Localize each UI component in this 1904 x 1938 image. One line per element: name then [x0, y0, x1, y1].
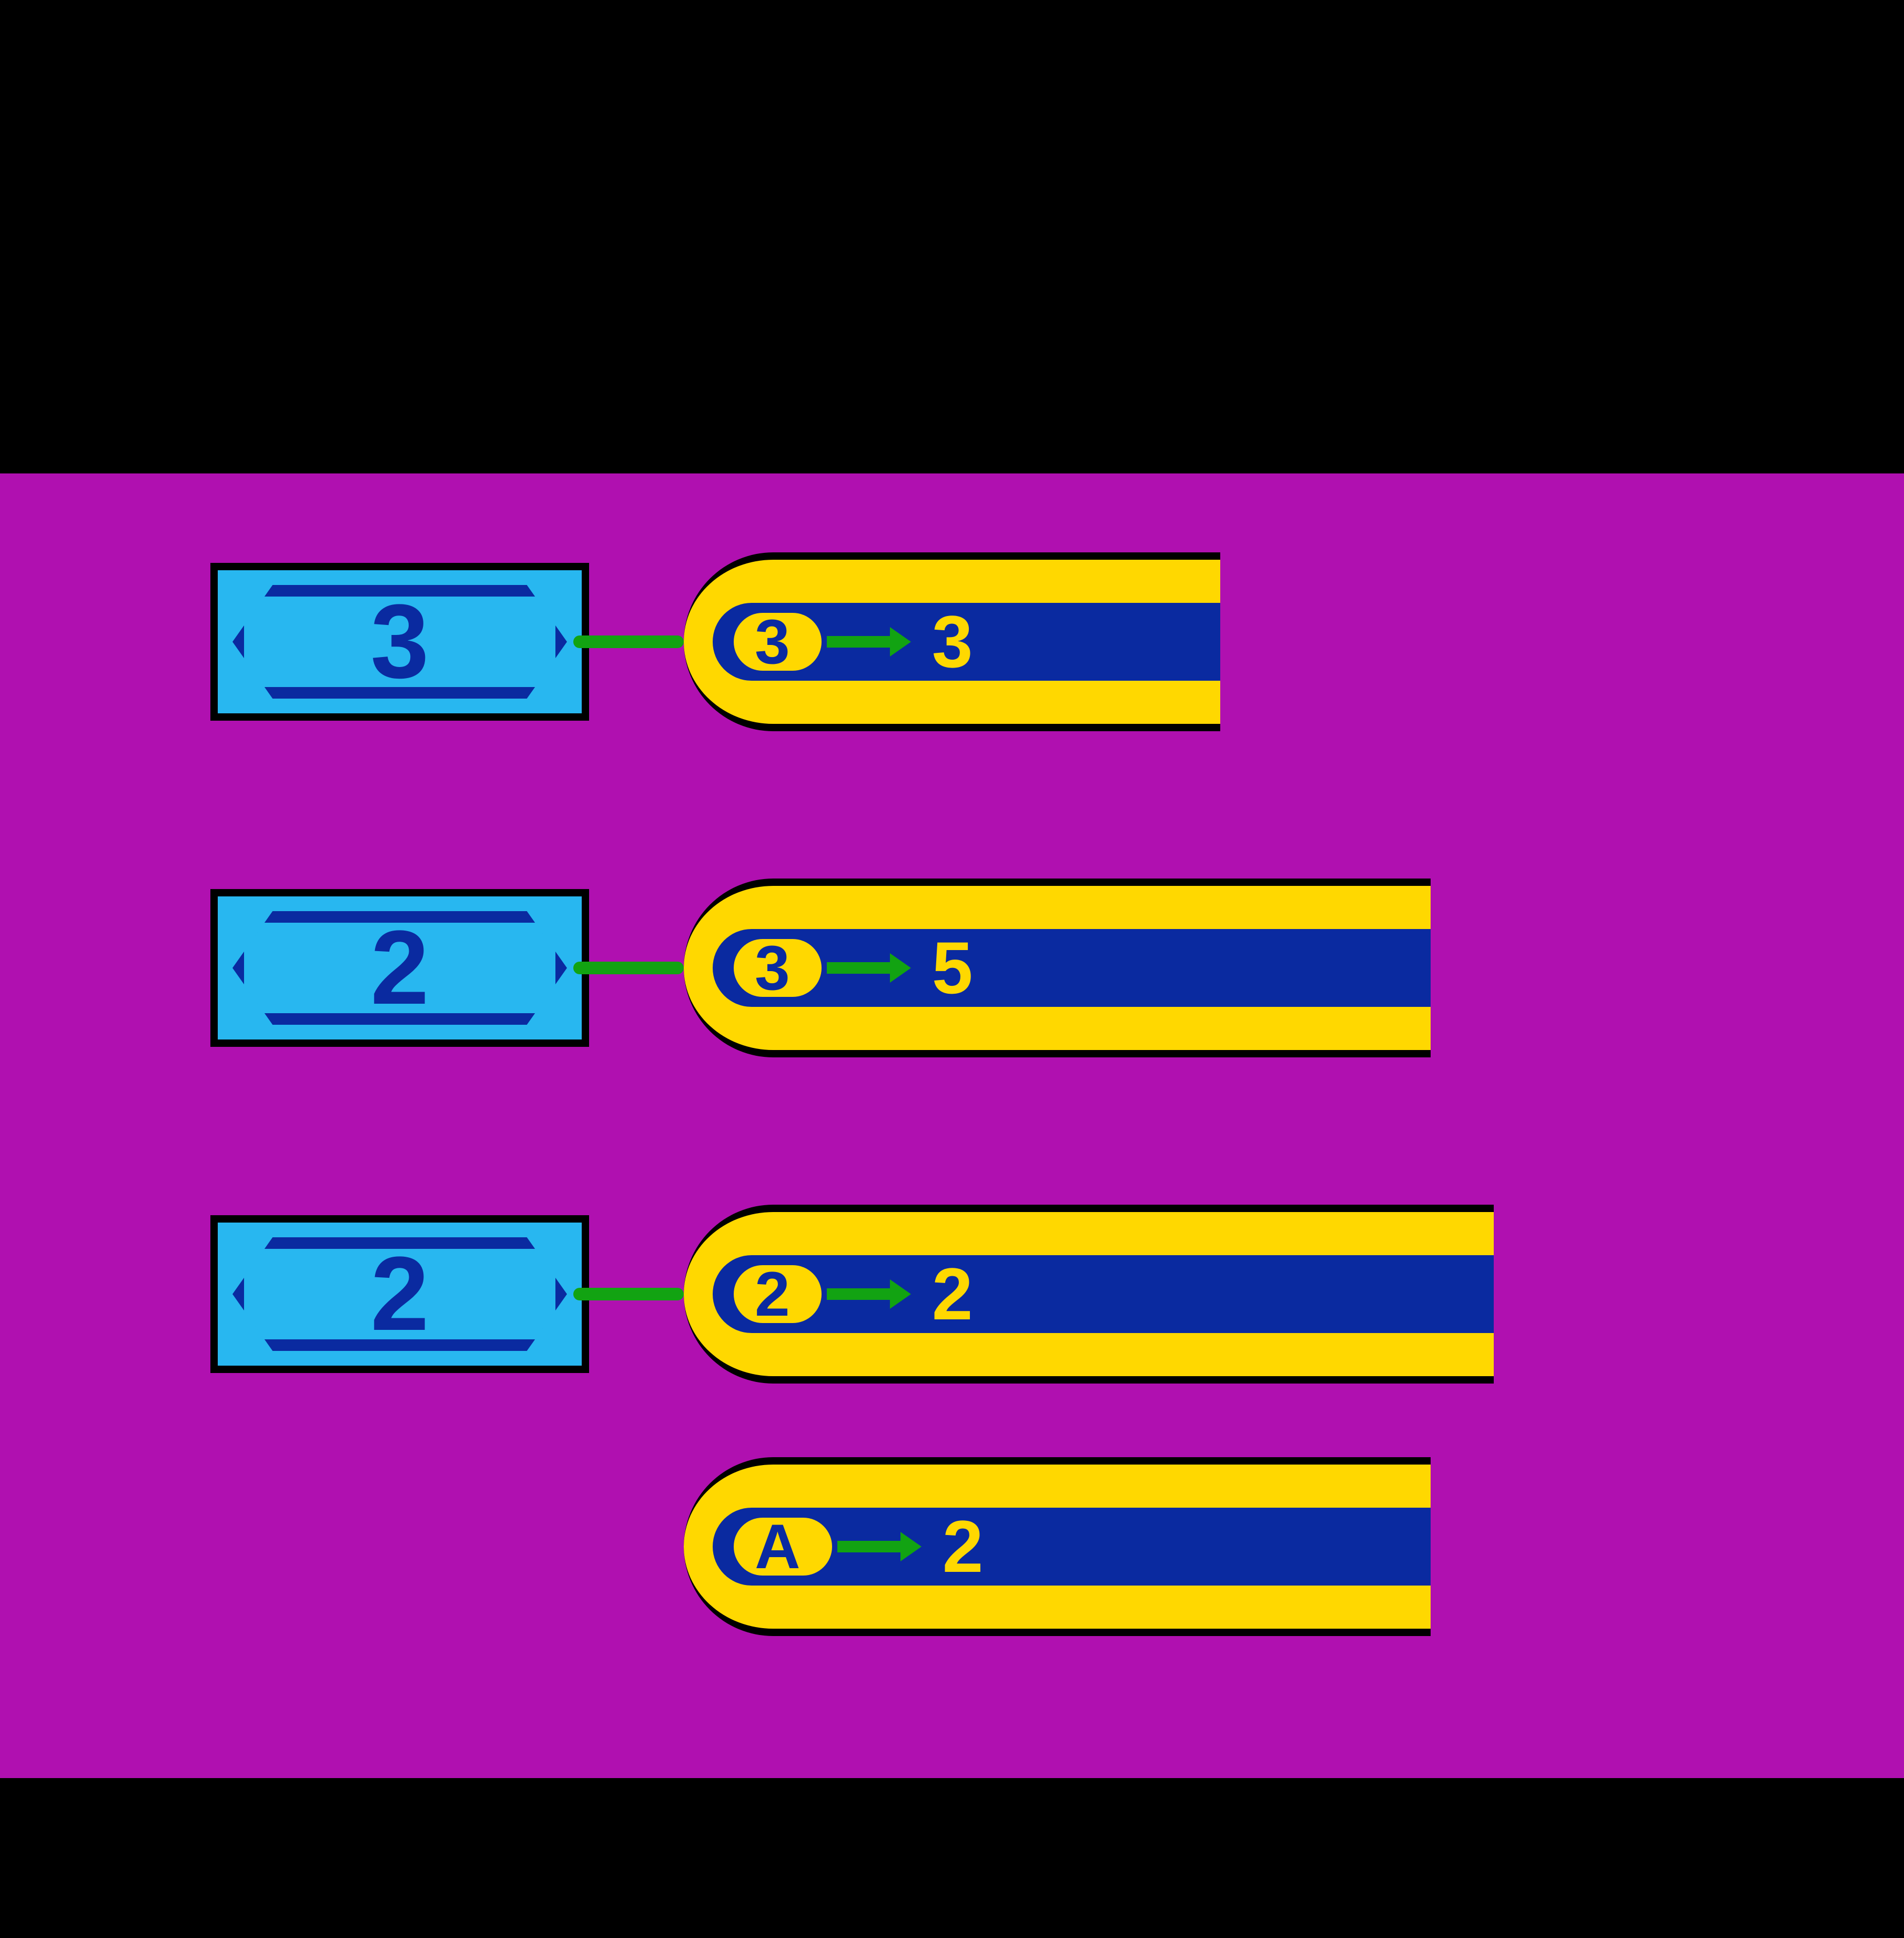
diagram-row: A2: [0, 1441, 1904, 1652]
yellow-inner-bar: 22: [713, 1255, 1494, 1333]
arrow-right-icon: [827, 627, 911, 657]
yellow-capsule: 35: [684, 879, 1431, 1057]
yellow-tag: 2: [734, 1265, 822, 1323]
blue-pentagon: 2: [210, 889, 589, 1047]
blue-pentagon: 3: [210, 563, 589, 721]
arrow-right-icon: [827, 953, 911, 983]
arrow-right-icon: [827, 1279, 911, 1309]
yellow-tag: 3: [734, 613, 822, 671]
yellow-tag: 3: [734, 939, 822, 997]
blue-pentagon: 2: [210, 1215, 589, 1373]
yellow-capsule: A2: [684, 1457, 1431, 1636]
yellow-inner-bar: 35: [713, 929, 1431, 1007]
blue-label: 2: [370, 1234, 429, 1355]
diagram-row: 333: [0, 537, 1904, 747]
yellow-text: 5: [932, 925, 973, 1011]
yellow-text: 2: [932, 1251, 973, 1337]
yellow-text: 2: [943, 1504, 984, 1589]
green-connector: [573, 635, 684, 648]
yellow-capsule: 22: [684, 1205, 1494, 1384]
diagram-row: 222: [0, 1189, 1904, 1399]
green-connector: [573, 1288, 684, 1300]
yellow-text: 3: [932, 599, 973, 684]
yellow-tag: A: [734, 1518, 832, 1576]
yellow-inner-bar: A2: [713, 1508, 1431, 1586]
blue-label: 2: [370, 907, 429, 1028]
diagram-row: 235: [0, 863, 1904, 1073]
green-connector: [573, 962, 684, 974]
arrow-right-icon: [837, 1532, 921, 1561]
yellow-capsule: 33: [684, 552, 1220, 731]
blue-label: 3: [370, 581, 429, 702]
yellow-inner-bar: 33: [713, 603, 1220, 681]
